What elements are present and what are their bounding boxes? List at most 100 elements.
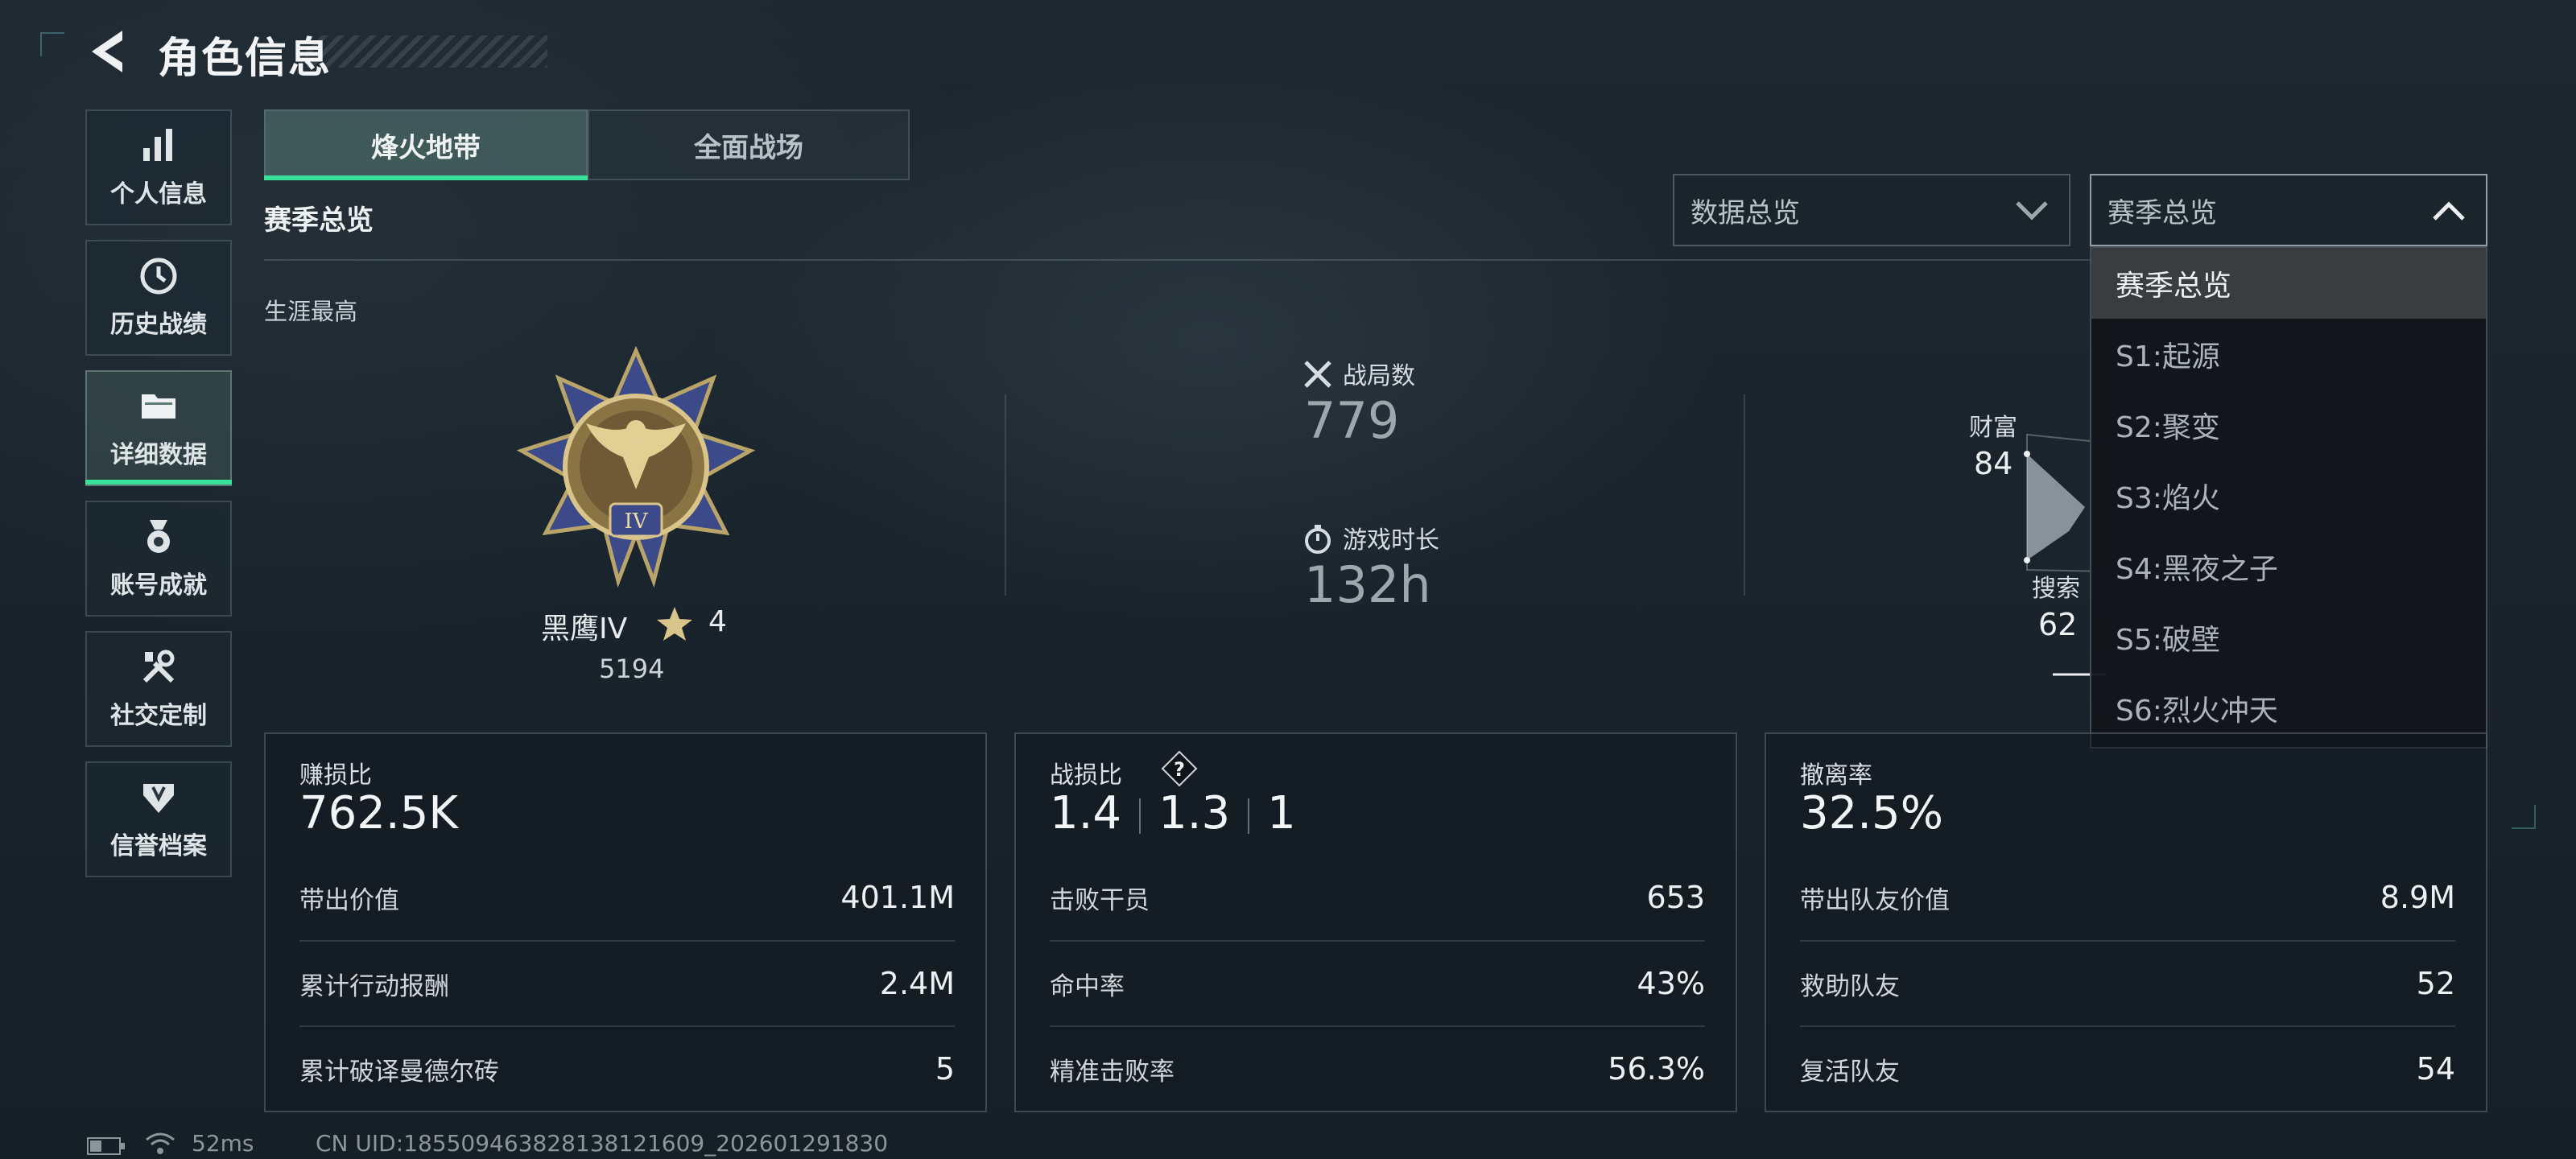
dropdown-value: 赛季总览 <box>2107 196 2217 229</box>
rank-name: 黑鹰IV <box>541 612 628 645</box>
shield-icon <box>143 784 174 813</box>
sidebar-item-detailed-data[interactable]: 详细数据 <box>85 370 232 486</box>
stat-row-label: 救助队友 <box>1800 971 1900 1001</box>
stat-row-label: 累计行动报酬 <box>299 971 449 1001</box>
kd-values: 1.4 1.3 1 <box>1050 787 1296 839</box>
sidebar-item-social-custom[interactable]: 社交定制 <box>85 631 232 747</box>
stat-row: 累计行动报酬 2.4M <box>299 940 955 1025</box>
chevron-down-icon <box>2016 201 2048 221</box>
kd-value: 1 <box>1267 787 1296 839</box>
kd-card: 战损比 ? 1.4 1.3 1 击败干员 653 命中率 43% 精准击败率 56.… <box>1014 732 1737 1112</box>
title-decoration <box>306 35 547 68</box>
stat-row-label: 带出队友价值 <box>1800 885 1950 915</box>
wifi-icon <box>146 1132 175 1154</box>
matches-value: 779 <box>1304 391 1400 450</box>
profit-card: 赚损比 762.5K 带出价值 401.1M 累计行动报酬 2.4M 累计破译曼… <box>264 732 987 1112</box>
folder-icon <box>142 394 175 419</box>
card-title: 赚损比 <box>299 761 372 790</box>
sidebar-item-personal-info[interactable]: 个人信息 <box>85 109 232 225</box>
season-option[interactable]: S5:破壁 <box>2091 602 2486 673</box>
tab-active-indicator <box>264 175 588 180</box>
radar-search-value: 62 <box>2038 607 2078 642</box>
back-arrow-icon[interactable] <box>84 27 132 76</box>
tab-full-battlefield[interactable]: 全面战场 <box>588 109 910 180</box>
matches-label: 战局数 <box>1343 362 1415 390</box>
dropdown-value: 数据总览 <box>1690 196 1800 229</box>
battery-icon <box>87 1137 125 1155</box>
chevron-up-icon <box>2433 201 2465 221</box>
rank-score: 5194 <box>599 654 665 684</box>
stat-row-label: 精准击败率 <box>1050 1057 1174 1087</box>
stat-row: 救助队友 52 <box>1800 940 2455 1025</box>
sidebar-item-label: 账号成就 <box>110 571 207 600</box>
rank-stars: 4 <box>708 605 727 638</box>
stat-row-value: 43% <box>1637 966 1705 1001</box>
season-option[interactable]: S3:焰火 <box>2091 460 2486 531</box>
extraction-card: 撤离率 32.5% 带出队友价值 8.9M 救助队友 52 复活队友 54 <box>1765 732 2487 1112</box>
card-value: 762.5K <box>299 787 459 839</box>
season-option[interactable]: 赛季总览 <box>2091 248 2486 319</box>
season-option[interactable]: S4:黑夜之子 <box>2091 531 2486 602</box>
stat-row-value: 56.3% <box>1608 1051 1705 1087</box>
stat-row-value: 5 <box>935 1051 955 1087</box>
user-uid: CN UID:18550946382813812160​9_2026012918… <box>316 1130 889 1157</box>
stat-row-value: 401.1M <box>840 880 955 915</box>
stat-row-label: 累计破译曼德尔砖 <box>299 1057 499 1087</box>
kd-separator <box>1248 798 1250 834</box>
radar-wealth-value: 84 <box>1974 446 2013 481</box>
season-option[interactable]: S1:起源 <box>2091 319 2486 390</box>
corner-decoration <box>40 32 64 56</box>
kd-value: 1.4 <box>1050 787 1122 839</box>
ping-value: 52ms <box>192 1130 254 1157</box>
bar-chart-icon <box>143 129 172 161</box>
stat-row: 精准击败率 56.3% <box>1050 1025 1705 1111</box>
stat-row-value: 54 <box>2416 1051 2455 1087</box>
sidebar-item-label: 个人信息 <box>110 180 207 208</box>
stat-row-label: 带出价值 <box>299 885 399 915</box>
sidebar-item-label: 详细数据 <box>110 441 207 469</box>
sidebar-item-achievements[interactable]: 账号成就 <box>85 501 232 617</box>
season-dropdown[interactable]: 赛季总览 <box>2090 174 2487 246</box>
clock-icon <box>140 258 177 295</box>
sidebar-item-label: 信誉档案 <box>110 832 207 860</box>
sidebar-active-indicator <box>85 480 232 485</box>
sidebar-item-credit-record[interactable]: 信誉档案 <box>85 761 232 877</box>
stat-row-value: 2.4M <box>879 966 955 1001</box>
data-overview-dropdown[interactable]: 数据总览 <box>1673 174 2070 246</box>
sidebar-item-history[interactable]: 历史战绩 <box>85 240 232 356</box>
card-title: 撤离率 <box>1800 761 1872 790</box>
stat-row: 复活队友 54 <box>1800 1025 2455 1111</box>
season-option[interactable]: S2:聚变 <box>2091 390 2486 460</box>
medal-icon <box>147 520 170 553</box>
stat-row: 击败干员 653 <box>1050 855 1705 940</box>
stat-row-value: 52 <box>2416 966 2455 1001</box>
career-best-label: 生涯最高 <box>264 298 358 325</box>
season-dropdown-menu: 赛季总览 S1:起源 S2:聚变 S3:焰火 S4:黑夜之子 S5:破壁 S6:… <box>2090 246 2487 749</box>
radar-wealth-label: 财富 <box>1969 414 2017 442</box>
stat-row: 累计破译曼德尔砖 5 <box>299 1025 955 1111</box>
stat-row-value: 653 <box>1646 880 1705 915</box>
sidebar-item-label: 历史战绩 <box>110 311 207 339</box>
section-title: 赛季总览 <box>264 204 374 237</box>
stat-row: 带出价值 401.1M <box>299 855 955 940</box>
column-divider <box>1744 394 1745 596</box>
radar-search-label: 搜索 <box>2032 575 2080 603</box>
card-value: 32.5% <box>1800 787 1943 839</box>
stat-row: 命中率 43% <box>1050 940 1705 1025</box>
playtime-label: 游戏时长 <box>1343 526 1439 555</box>
star-icon <box>657 607 692 641</box>
stat-row-label: 命中率 <box>1050 971 1125 1001</box>
stat-row-value: 8.9M <box>2380 880 2455 915</box>
help-icon[interactable]: ? <box>1161 750 1198 787</box>
sidebar-item-label: 社交定制 <box>110 702 207 730</box>
tools-icon <box>142 650 175 683</box>
kd-value: 1.3 <box>1158 787 1231 839</box>
stopwatch-icon <box>1305 525 1331 554</box>
card-title: 战损比 <box>1050 761 1122 790</box>
svg-text:?: ? <box>1174 758 1185 781</box>
corner-decoration <box>2512 805 2536 829</box>
medal-numeral: IV <box>624 509 648 534</box>
stat-row: 带出队友价值 8.9M <box>1800 855 2455 940</box>
stat-row-label: 击败干员 <box>1050 885 1150 915</box>
tab-beacon-zone[interactable]: 烽火地带 <box>264 109 588 180</box>
